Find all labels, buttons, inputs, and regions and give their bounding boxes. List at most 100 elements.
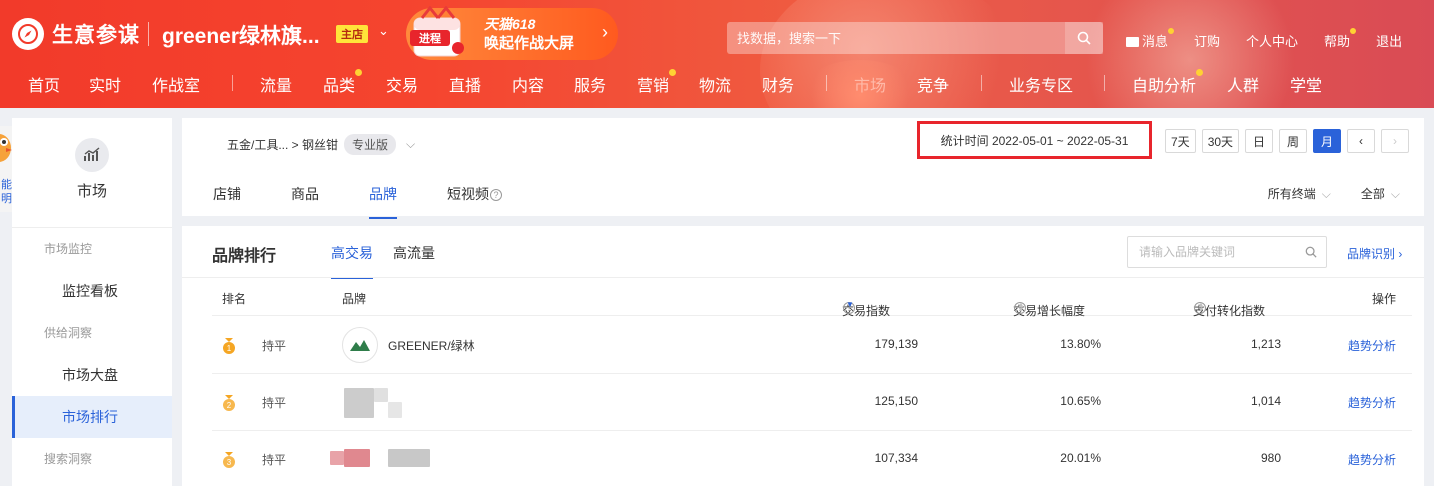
prev-period-button[interactable]: ‹ <box>1347 129 1376 153</box>
brand-name[interactable]: GREENER/绿林 <box>388 337 475 354</box>
nav-competition[interactable]: 竞争 <box>917 72 949 96</box>
tab-high-trade[interactable]: 高交易 <box>331 243 373 279</box>
blurred-brand-logo <box>344 388 374 418</box>
global-search <box>727 22 1103 54</box>
nav-content[interactable]: 内容 <box>512 72 544 96</box>
blurred-brand-name <box>388 449 430 467</box>
blurred-brand-logo <box>344 449 370 467</box>
ranking-title: 品牌排行 <box>212 248 277 265</box>
sidebar-group-label: 供给洞察 <box>44 326 93 340</box>
nav-finance[interactable]: 财务 <box>762 72 794 96</box>
next-period-button[interactable]: › <box>1381 129 1410 153</box>
nav-market[interactable]: 市场 <box>854 72 886 96</box>
help-link[interactable]: 帮助 <box>1324 28 1357 50</box>
app-logo[interactable]: 生意参谋 <box>12 18 140 50</box>
growth-value: 13.80% <box>1060 337 1101 351</box>
shop-badge: 主店 <box>336 25 368 43</box>
nav-service[interactable]: 服务 <box>574 72 606 96</box>
trend-analysis-link[interactable]: 趋势分析 <box>1348 394 1396 411</box>
nav-trade[interactable]: 交易 <box>386 72 418 96</box>
version-badge: 专业版 <box>344 134 397 155</box>
filter-dropdowns: 所有终端 ⌵ 全部 ⌵ <box>1268 185 1400 202</box>
nav-war-room[interactable]: 作战室 <box>152 72 200 96</box>
app-name: 生意参谋 <box>52 24 140 47</box>
gold-medal-icon: 1 <box>223 338 235 354</box>
logout-link[interactable]: 退出 <box>1376 31 1402 50</box>
range-7d-button[interactable]: 7天 <box>1165 129 1196 153</box>
date-range-buttons: 7天 30天 日 周 月 ‹ › <box>1165 129 1410 153</box>
nav-separator <box>981 75 982 91</box>
nav-traffic[interactable]: 流量 <box>260 72 292 96</box>
col-brand: 品牌 <box>342 292 367 306</box>
nav-academy[interactable]: 学堂 <box>1290 72 1322 96</box>
promo-banner[interactable]: 进程 天猫618 唤起作战大屏 › <box>406 6 618 60</box>
svg-text:3: 3 <box>227 458 232 467</box>
tab-high-traffic[interactable]: 高流量 <box>393 243 435 263</box>
brand-search <box>1127 236 1327 268</box>
nav-home[interactable]: 首页 <box>28 72 60 96</box>
terminal-select[interactable]: 所有终端 ⌵ <box>1268 185 1331 202</box>
sidebar-item-market-ranking[interactable]: 市场排行 <box>12 396 172 438</box>
tab-shop[interactable]: 店铺 <box>213 184 241 204</box>
breadcrumb: 五金/工具... > 钢丝钳 专业版 ⌵ <box>227 134 415 155</box>
search-input[interactable] <box>727 22 1065 54</box>
nav-crowd[interactable]: 人群 <box>1227 72 1259 96</box>
messages-link[interactable]: 消息 <box>1126 28 1175 50</box>
brand-identify-link[interactable]: 品牌识别 › <box>1347 245 1402 262</box>
tab-short-video[interactable]: 短视频? <box>447 184 502 204</box>
sidebar-module-header: 市场 <box>12 118 172 228</box>
sort-icon[interactable]: ▲ ▼ <box>1197 301 1205 314</box>
unread-dot <box>1168 28 1175 34</box>
gift-label: 进程 <box>419 31 441 45</box>
top-links: 消息 订购 个人中心 帮助 退出 <box>1126 28 1428 50</box>
nav-separator <box>232 75 233 91</box>
nav-marketing[interactable]: 营销 <box>637 69 677 96</box>
mascot-icon <box>0 134 12 162</box>
range-month-button[interactable]: 月 <box>1313 129 1342 153</box>
sort-desc-icon[interactable]: ▼ <box>846 301 854 309</box>
assistant-mascot[interactable]: 能明 <box>0 126 12 212</box>
shop-switch-chevron-icon[interactable]: ⌄ <box>378 23 389 39</box>
nav-business-zone[interactable]: 业务专区 <box>1009 72 1073 96</box>
order-link[interactable]: 订购 <box>1194 31 1220 50</box>
table-row: 2 持平 125,150 10.65% 1,014 趋势分析 <box>212 374 1412 431</box>
shop-name[interactable]: greener绿林旗... <box>162 20 320 50</box>
brand-search-input[interactable] <box>1128 245 1296 259</box>
table-row: 1 持平 GREENER/绿林 179,139 13.80% 1,213 趋势分… <box>212 317 1412 374</box>
range-30d-button[interactable]: 30天 <box>1201 129 1240 153</box>
sidebar-item-market-overview[interactable]: 市场大盘 <box>12 354 172 396</box>
conversion-value: 980 <box>1260 451 1281 465</box>
growth-value: 10.65% <box>1060 394 1101 408</box>
sidebar-item-monitor-board[interactable]: 监控看板 <box>12 270 172 312</box>
blurred-brand-logo <box>330 451 344 465</box>
trend-analysis-link[interactable]: 趋势分析 <box>1348 337 1396 354</box>
scope-select[interactable]: 全部 ⌵ <box>1361 185 1400 202</box>
nav-live[interactable]: 直播 <box>449 72 481 96</box>
filter-card: 五金/工具... > 钢丝钳 专业版 ⌵ 统计时间 2022-05-01 ~ 2… <box>182 118 1424 219</box>
trend-analysis-link[interactable]: 趋势分析 <box>1348 451 1396 468</box>
help-dot <box>1350 28 1357 34</box>
blurred-brand-name <box>388 402 402 418</box>
trade-index-value: 179,139 <box>874 337 918 351</box>
personal-center-link[interactable]: 个人中心 <box>1246 31 1298 50</box>
nav-logistics[interactable]: 物流 <box>699 72 731 96</box>
search-icon[interactable] <box>1296 246 1326 258</box>
search-button[interactable] <box>1065 22 1103 54</box>
help-icon[interactable]: ? <box>490 189 502 201</box>
col-rank: 排名 <box>222 292 247 306</box>
nav-realtime[interactable]: 实时 <box>89 72 121 96</box>
range-day-button[interactable]: 日 <box>1245 129 1274 153</box>
silver-medal-icon: 2 <box>223 395 235 411</box>
nav-dot <box>1196 69 1204 76</box>
category-breadcrumb[interactable]: 五金/工具... > 钢丝钳 <box>227 136 338 153</box>
nav-category[interactable]: 品类 <box>323 69 363 96</box>
svg-text:1: 1 <box>227 344 232 353</box>
brand-logo <box>342 327 378 363</box>
chevron-down-icon[interactable]: ⌵ <box>406 137 415 152</box>
sort-icon[interactable]: ▲ ▼ <box>1017 301 1025 314</box>
nav-self-analysis[interactable]: 自助分析 <box>1132 69 1204 96</box>
range-week-button[interactable]: 周 <box>1279 129 1308 153</box>
tab-product[interactable]: 商品 <box>291 184 319 204</box>
promo-text: 天猫618 唤起作战大屏 <box>484 14 574 54</box>
tab-brand[interactable]: 品牌 <box>369 184 397 219</box>
